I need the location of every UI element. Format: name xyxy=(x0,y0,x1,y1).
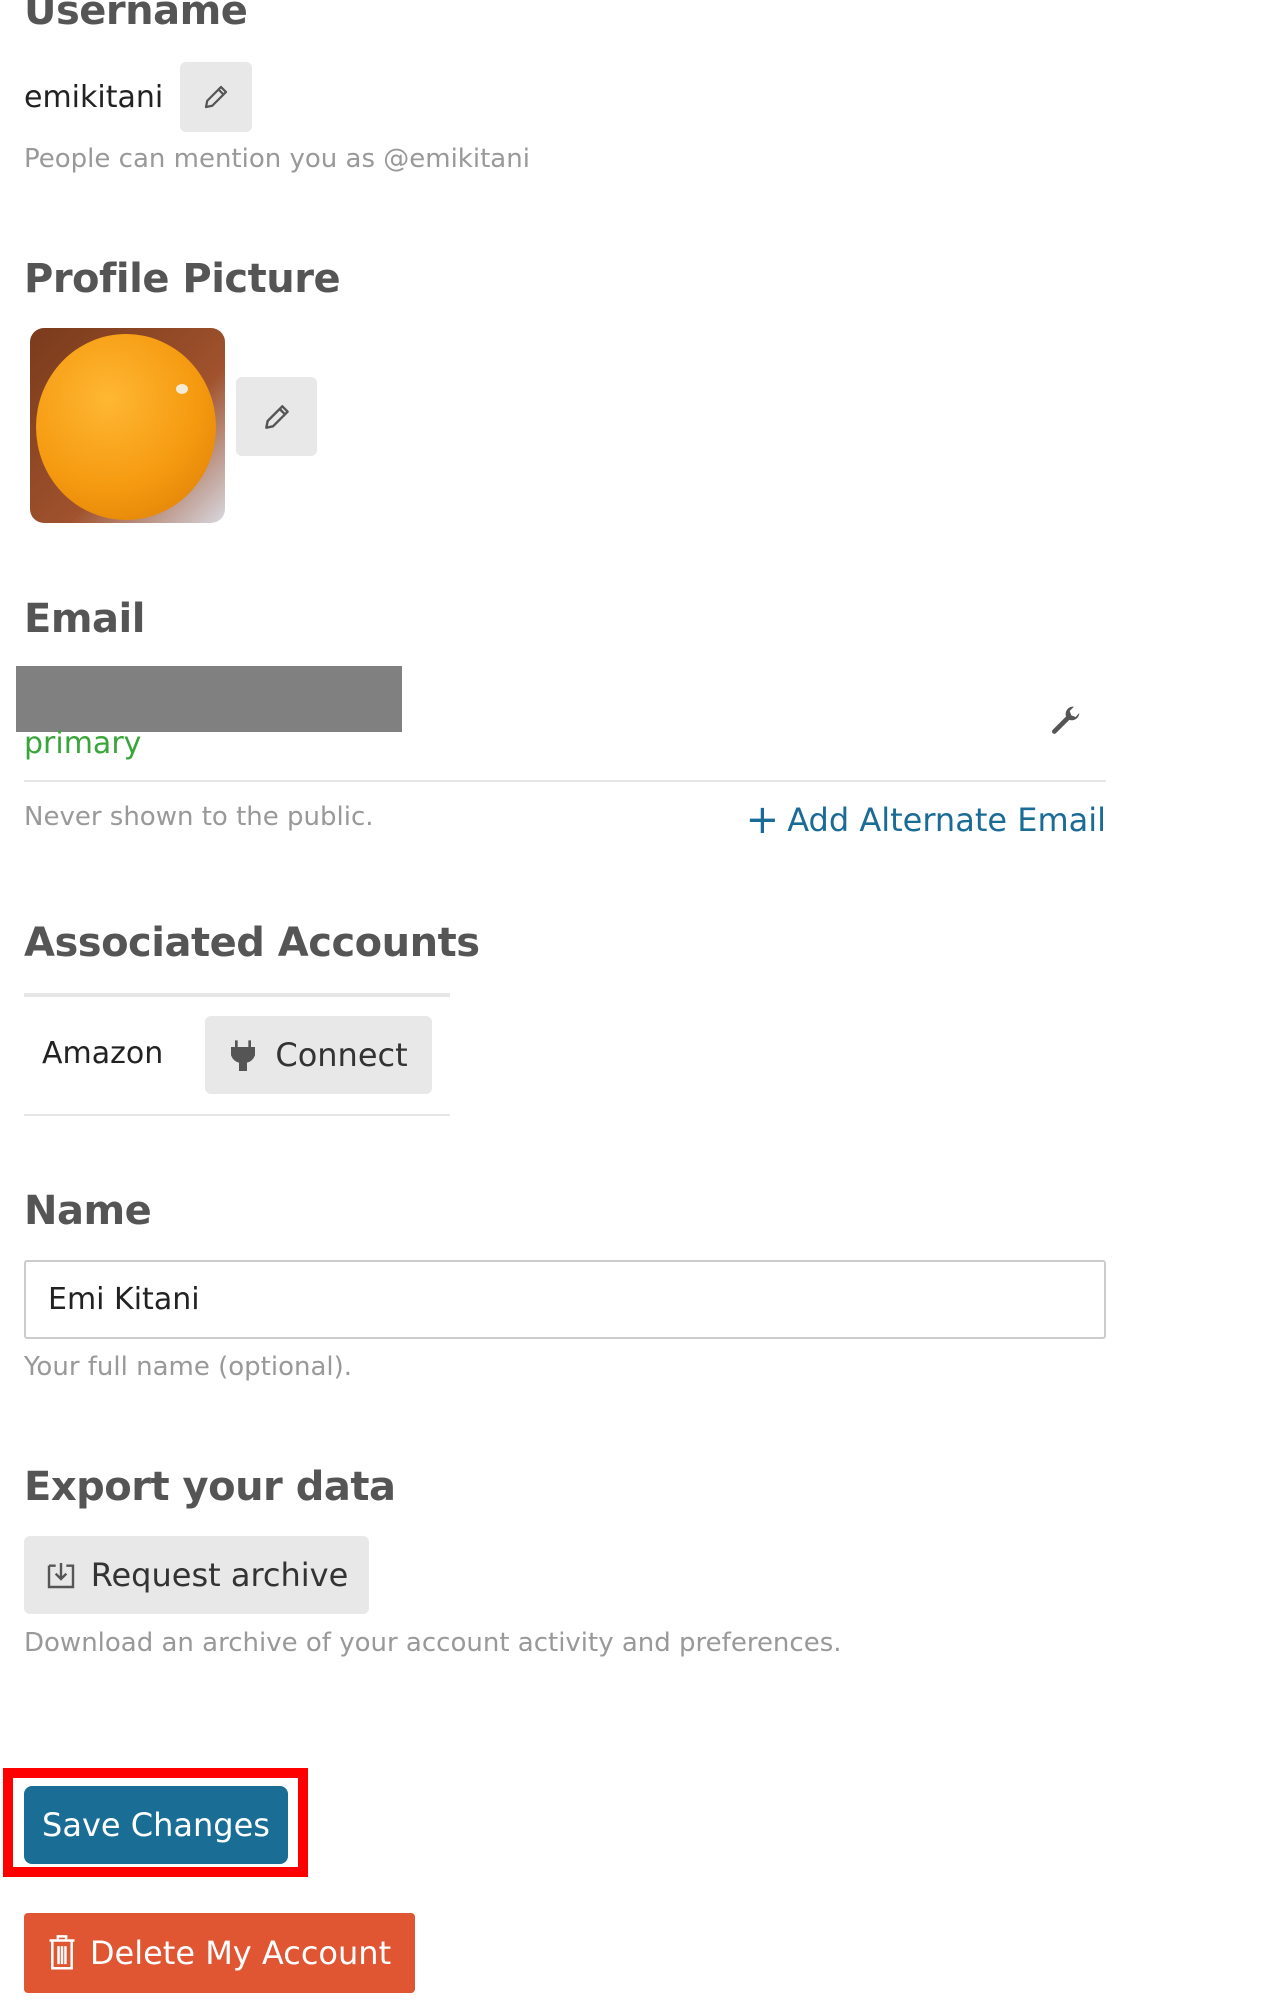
associated-accounts-divider xyxy=(24,1114,450,1116)
name-helper: Your full name (optional). xyxy=(24,1352,353,1382)
amazon-label: Amazon xyxy=(42,1036,164,1071)
add-alternate-email-link[interactable]: + Add Alternate Email xyxy=(746,800,1106,840)
edit-profile-picture-button[interactable] xyxy=(236,377,317,456)
redacted-email xyxy=(16,666,402,732)
email-heading: Email xyxy=(24,596,145,642)
plug-icon xyxy=(231,1040,256,1071)
name-heading: Name xyxy=(24,1188,152,1234)
associated-accounts-heading: Associated Accounts xyxy=(24,920,480,966)
plus-icon: + xyxy=(745,797,780,843)
connect-amazon-button[interactable]: Connect xyxy=(205,1016,432,1094)
pencil-icon xyxy=(204,85,228,109)
email-helper: Never shown to the public. xyxy=(24,802,374,832)
export-helper: Download an archive of your account acti… xyxy=(24,1628,842,1658)
pencil-icon xyxy=(264,404,289,429)
delete-account-label: Delete My Account xyxy=(89,1934,392,1972)
edit-username-button[interactable] xyxy=(180,62,252,132)
delete-account-button[interactable]: Delete My Account xyxy=(24,1913,415,1993)
name-input[interactable] xyxy=(24,1260,1106,1339)
request-archive-label: Request archive xyxy=(90,1556,349,1594)
download-icon xyxy=(47,1563,74,1589)
connect-label: Connect xyxy=(275,1036,408,1074)
primary-badge: primary xyxy=(24,726,142,761)
email-settings-button[interactable] xyxy=(1046,702,1086,746)
associated-accounts-underline xyxy=(24,993,450,997)
profile-picture-heading: Profile Picture xyxy=(24,256,341,302)
username-value: emikitani xyxy=(24,80,164,115)
request-archive-button[interactable]: Request archive xyxy=(24,1536,369,1614)
orange-image xyxy=(36,334,216,520)
email-divider xyxy=(24,780,1106,782)
wrench-icon xyxy=(1051,706,1080,734)
save-changes-button[interactable]: Save Changes xyxy=(24,1786,288,1864)
add-alternate-email-label: Add Alternate Email xyxy=(787,801,1106,839)
username-heading: Username xyxy=(24,0,248,34)
profile-picture xyxy=(30,328,225,523)
username-helper: People can mention you as @emikitani xyxy=(24,144,530,174)
export-heading: Export your data xyxy=(24,1464,396,1510)
orange-stem xyxy=(176,384,188,394)
trash-icon xyxy=(49,1935,75,1970)
